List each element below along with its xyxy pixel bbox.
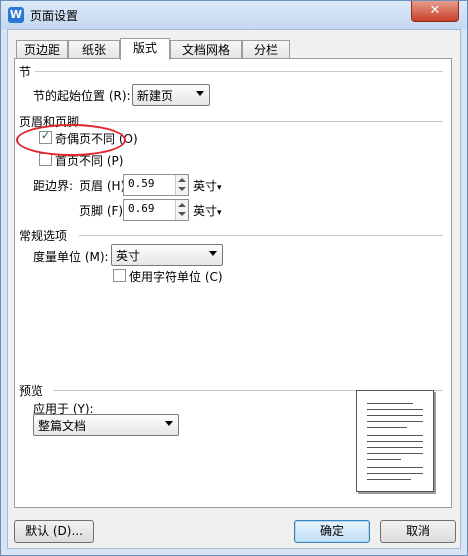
wps-app-icon: W xyxy=(8,7,24,23)
preview-line xyxy=(367,447,423,448)
footer-distance-label: 页脚 (F): xyxy=(79,204,128,218)
footer-distance-value: 0.69 xyxy=(128,202,155,215)
tab-columns[interactable]: 分栏 xyxy=(242,40,290,59)
apply-to-value: 整篇文档 xyxy=(38,419,87,433)
header-unit-value: 英寸 xyxy=(193,179,218,193)
header-distance-label: 页眉 (H): xyxy=(79,179,130,193)
tab-document-grid[interactable]: 文档网格 xyxy=(170,40,242,59)
preview-line xyxy=(367,435,423,436)
preview-line xyxy=(367,415,423,416)
spin-up-icon[interactable] xyxy=(178,203,186,207)
chevron-down-icon xyxy=(209,251,217,256)
section-start-value: 新建页 xyxy=(137,89,174,103)
footer-distance-spinner[interactable]: 0.69 xyxy=(123,199,189,221)
spin-up-icon[interactable] xyxy=(178,178,186,182)
tab-margins[interactable]: 页边距 xyxy=(16,40,68,59)
highlight-circle xyxy=(16,124,126,156)
char-unit-label[interactable]: 使用字符单位 (C) xyxy=(129,268,223,285)
measure-unit-value: 英寸 xyxy=(116,249,141,263)
distance-label: 距边界: xyxy=(33,179,74,193)
preview-line xyxy=(367,441,423,442)
preview-line xyxy=(367,427,407,428)
preview-heading: 预览 xyxy=(19,384,44,398)
dropdown-arrow-icon: ▾ xyxy=(217,208,222,218)
char-unit-checkbox[interactable] xyxy=(113,269,126,282)
window-title: 页面设置 xyxy=(30,9,79,23)
preview-line xyxy=(367,473,423,474)
spin-down-icon[interactable] xyxy=(178,187,186,191)
divider xyxy=(35,71,443,73)
divider xyxy=(91,121,443,123)
default-button[interactable]: 默认 (D)... xyxy=(14,520,94,543)
apply-to-select[interactable]: 整篇文档 xyxy=(33,414,179,436)
spinner-buttons[interactable] xyxy=(175,175,188,195)
divider xyxy=(79,235,443,237)
dialog-body: 页边距 纸张 版式 文档网格 分栏 节 节的起始位置 (R): 新建页 页眉和页… xyxy=(7,29,461,549)
measure-unit-label: 度量单位 (M): xyxy=(33,250,109,264)
footer-unit-value: 英寸 xyxy=(193,204,218,218)
header-distance-value: 0.59 xyxy=(128,177,155,190)
preview-line xyxy=(367,467,423,468)
spinner-buttons[interactable] xyxy=(175,200,188,220)
dropdown-arrow-icon: ▾ xyxy=(217,183,222,193)
preview-line xyxy=(367,453,423,454)
header-unit-dropdown[interactable]: 英寸▾ xyxy=(193,177,222,194)
preview-line xyxy=(367,421,423,422)
page-preview xyxy=(356,390,434,492)
footer-unit-dropdown[interactable]: 英寸▾ xyxy=(193,202,222,219)
preview-line xyxy=(367,459,401,460)
measure-unit-select[interactable]: 英寸 xyxy=(111,244,223,266)
title-bar[interactable]: W 页面设置 ✕ xyxy=(1,1,467,29)
close-button[interactable]: ✕ xyxy=(411,1,459,22)
section-start-select[interactable]: 新建页 xyxy=(132,84,210,106)
spin-down-icon[interactable] xyxy=(178,212,186,216)
first-page-checkbox[interactable] xyxy=(39,153,52,166)
ok-button[interactable]: 确定 xyxy=(294,520,370,543)
tab-layout[interactable]: 版式 xyxy=(120,38,170,60)
chevron-down-icon xyxy=(165,421,173,426)
page-setup-dialog: W 页面设置 ✕ 页边距 纸张 版式 文档网格 分栏 节 节的起始位置 (R):… xyxy=(0,0,468,556)
section-start-label: 节的起始位置 (R): xyxy=(33,89,131,103)
preview-line xyxy=(367,479,411,480)
header-distance-spinner[interactable]: 0.59 xyxy=(123,174,189,196)
section-heading: 节 xyxy=(19,65,32,79)
preview-line xyxy=(367,409,423,410)
tab-paper[interactable]: 纸张 xyxy=(68,40,120,59)
general-options-heading: 常规选项 xyxy=(19,229,68,243)
chevron-down-icon xyxy=(196,91,204,96)
preview-line xyxy=(367,403,413,404)
cancel-button[interactable]: 取消 xyxy=(380,520,456,543)
